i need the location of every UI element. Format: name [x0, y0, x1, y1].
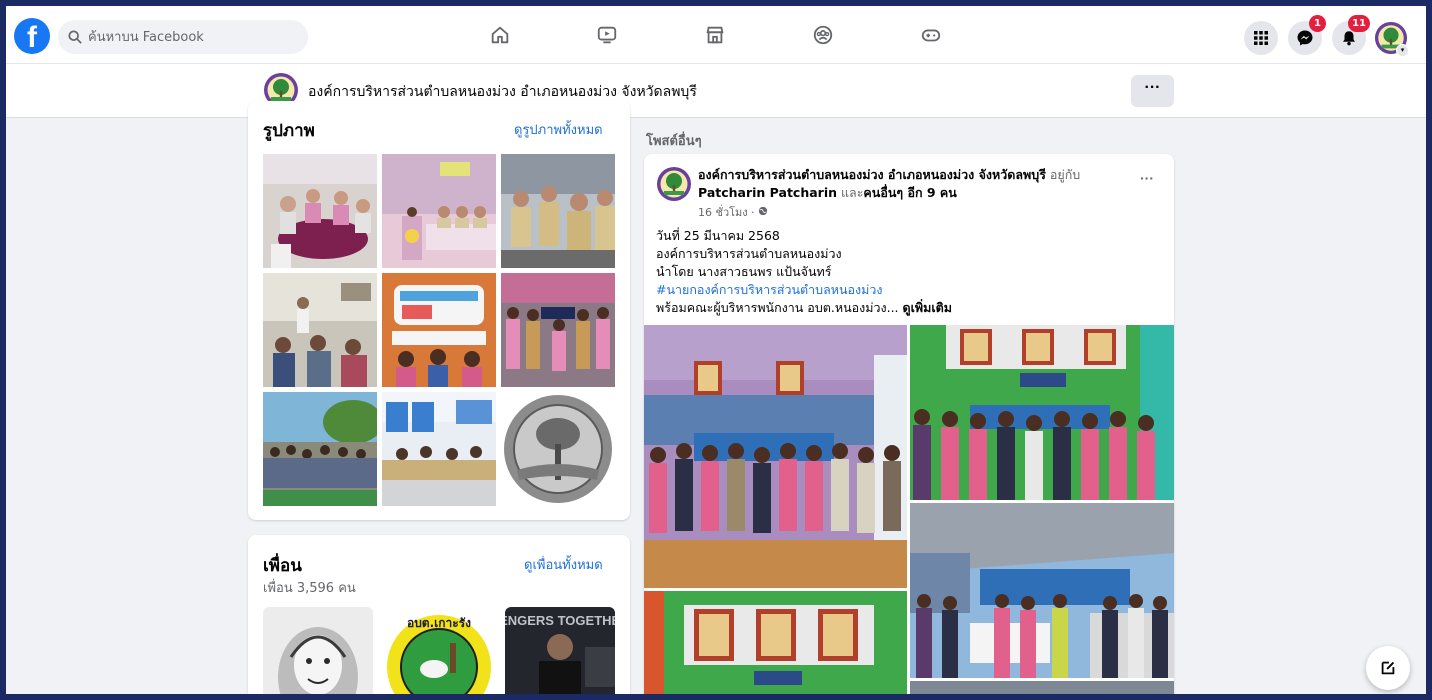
marketplace-icon — [706, 26, 724, 44]
friends-count: เพื่อน 3,596 คน — [263, 581, 356, 596]
facebook-logo-icon[interactable]: f — [14, 18, 50, 54]
groups-tab[interactable] — [806, 20, 840, 50]
post-line-leader: นำโดย นางสาวธนพร แป้นจันทร์ — [656, 264, 832, 279]
post-hashtag-link[interactable]: #นายกองค์การบริหารส่วนตำบลหนองม่วง — [656, 281, 1166, 299]
home-tab[interactable] — [483, 20, 517, 50]
post-line-staff: พร้อมคณะผู้บริหารพนักงาน อบต.หนองม่วง... — [656, 300, 903, 315]
page-name[interactable]: องค์การบริหารส่วนตำบลหนองม่วง อำเภอหนองม… — [308, 81, 697, 103]
search-input[interactable] — [88, 29, 278, 45]
friends-title: เพื่อน — [263, 556, 302, 576]
friends-card: เพื่อน ดูเพื่อนทั้งหมด เพื่อน 3,596 คน อ… — [248, 535, 630, 694]
post-line-org: องค์การบริหารส่วนตำบลหนองม่วง — [656, 246, 842, 261]
photo-thumbnail[interactable] — [263, 273, 377, 387]
post-time-text: 16 ชั่วโมง · — [698, 206, 755, 219]
compose-icon — [1381, 661, 1395, 675]
friend-poster-text: VENGERS TOGETHER — [505, 613, 615, 628]
gaming-tab[interactable] — [914, 20, 948, 50]
post-author-link[interactable]: องค์การบริหารส่วนตำบลหนองม่วง อำเภอหนองม… — [698, 167, 1046, 182]
friend-tile[interactable] — [263, 607, 373, 694]
see-all-photos-link[interactable]: ดูรูปภาพทั้งหมด — [514, 119, 603, 140]
new-message-button[interactable] — [1366, 646, 1410, 690]
post-text: วันที่ 25 มีนาคม 2568 องค์การบริหารส่วนต… — [656, 227, 1166, 317]
gaming-icon — [921, 29, 941, 42]
friend-tile[interactable]: อบต.เกาะรัง — [384, 607, 494, 694]
group-photo-green-wall-icon — [910, 325, 1174, 500]
post-author-avatar-icon[interactable] — [656, 166, 692, 202]
photo-thumbnail[interactable] — [501, 392, 615, 506]
post-photo[interactable] — [644, 325, 907, 588]
globe-icon — [759, 206, 768, 216]
group-photo-building-icon — [644, 325, 907, 588]
pink-group-photo-icon — [501, 273, 615, 387]
photos-title: รูปภาพ — [263, 121, 315, 141]
friend-avengers-icon: VENGERS TOGETHER — [505, 607, 615, 694]
photo-thumbnail[interactable] — [382, 392, 496, 506]
classroom-photo-icon — [382, 392, 496, 506]
post-timestamp[interactable]: 16 ชั่วโมง · — [698, 203, 768, 221]
event-banner-photo-icon — [382, 273, 496, 387]
friend-org-logo-icon: อบต.เกาะรัง — [384, 607, 494, 694]
menu-button[interactable] — [1244, 21, 1278, 55]
top-navigation-bar: f ค้นหาบน Facebook 1 11 ▾ — [6, 6, 1426, 64]
tagged-person-link[interactable]: Patcharin Patcharin — [698, 185, 837, 200]
groups-icon — [813, 25, 833, 45]
post-and-text: และ — [837, 185, 864, 200]
photo-thumbnail[interactable] — [263, 392, 377, 506]
organization-seal-icon — [501, 392, 615, 506]
community-meeting-photo-icon — [263, 273, 377, 387]
post-photo[interactable] — [910, 681, 1174, 694]
messenger-button[interactable]: 1 — [1288, 15, 1326, 55]
page-header: องค์การบริหารส่วนตำบลหนองม่วง อำเภอหนองม… — [6, 64, 1426, 118]
other-posts-label: โพสต์อื่นๆ — [646, 134, 702, 149]
post-with-text: อยู่กับ — [1045, 167, 1081, 182]
search-box[interactable] — [58, 20, 308, 54]
post-photo[interactable] — [644, 591, 907, 694]
video-icon — [597, 26, 617, 44]
post-header: องค์การบริหารส่วนตำบลหนองม่วง อำเภอหนองม… — [698, 166, 1128, 202]
menu-grid-icon — [1254, 31, 1268, 45]
group-photo-outdoor-icon — [910, 503, 1174, 678]
search-icon — [68, 30, 82, 44]
see-all-friends-link[interactable]: ดูเพื่อนทั้งหมด — [524, 554, 603, 575]
friend-portrait-icon — [263, 607, 373, 694]
messenger-icon — [1297, 30, 1313, 46]
notifications-badge: 11 — [1348, 15, 1370, 32]
friend-org-text: อบต.เกาะรัง — [407, 616, 471, 630]
post-photo[interactable] — [910, 503, 1174, 678]
stage-photo-icon — [382, 154, 496, 268]
tagged-others-link[interactable]: คนอื่นๆ อีก 9 คน — [863, 185, 956, 200]
post-card: องค์การบริหารส่วนตำบลหนองม่วง อำเภอหนองม… — [644, 154, 1174, 694]
more-photos-icon — [910, 681, 1174, 694]
portraits-wall-photo-icon — [644, 591, 907, 694]
post-photo-collage — [644, 325, 1174, 694]
photo-thumbnail[interactable] — [382, 154, 496, 268]
marketplace-tab[interactable] — [698, 20, 732, 50]
see-more-link[interactable]: ดูเพิ่มเติม — [903, 300, 953, 315]
post-photo[interactable] — [910, 325, 1174, 500]
post-line-date: วันที่ 25 มีนาคม 2568 — [656, 228, 780, 243]
friend-tile[interactable]: VENGERS TOGETHER — [505, 607, 615, 694]
photo-thumbnail[interactable] — [263, 154, 377, 268]
messenger-badge: 1 — [1309, 15, 1326, 32]
officials-photo-icon — [501, 154, 615, 268]
photos-card: รูปภาพ ดูรูปภาพทั้งหมด — [248, 101, 630, 520]
home-icon — [491, 26, 509, 44]
account-chevron-down-icon[interactable]: ▾ — [1396, 44, 1409, 57]
notifications-button[interactable]: 11 — [1332, 15, 1370, 55]
post-menu-button[interactable]: ··· — [1140, 170, 1154, 186]
video-tab[interactable] — [590, 20, 624, 50]
photo-thumbnail[interactable] — [382, 273, 496, 387]
photo-thumbnail[interactable] — [501, 154, 615, 268]
page-more-button[interactable]: ··· — [1131, 75, 1174, 107]
browser-frame: f ค้นหาบน Facebook 1 11 ▾ องค์การบริหารส… — [0, 0, 1432, 700]
outdoor-crowd-photo-icon — [263, 392, 377, 506]
meeting-photo-icon — [263, 154, 377, 268]
photo-thumbnail[interactable] — [501, 273, 615, 387]
